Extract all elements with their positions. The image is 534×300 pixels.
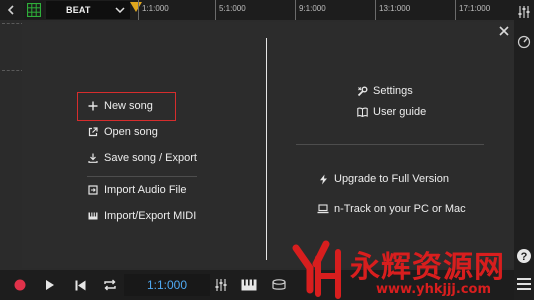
user-guide-item[interactable]: User guide: [356, 106, 426, 118]
upgrade-full-version-item[interactable]: Upgrade to Full Version: [317, 173, 449, 185]
open-external-icon: [87, 126, 99, 138]
menu-divider: [296, 144, 484, 145]
ruler-mark: 5:1:000: [215, 0, 246, 20]
ruler-mark: 9:1:000: [295, 0, 326, 20]
save-song-export-item[interactable]: Save song / Export: [87, 152, 197, 164]
beat-selector[interactable]: BEAT: [46, 1, 130, 19]
download-icon: [87, 152, 99, 164]
beat-label: BEAT: [66, 5, 91, 15]
menu-label: User guide: [373, 106, 427, 118]
watermark-url: www.yhkjjj.com: [376, 282, 492, 297]
laptop-icon: [317, 203, 329, 215]
watermark-brand: 永辉资源网: [350, 250, 505, 285]
hamburger-menu-icon[interactable]: [516, 276, 532, 292]
book-icon: [356, 106, 368, 118]
menu-label: Settings: [373, 85, 413, 97]
rewind-button[interactable]: [72, 276, 88, 294]
watermark: 永辉资源网 www.yhkjjj.com: [286, 238, 514, 300]
time-display[interactable]: 1:1:000: [124, 274, 210, 296]
step-grid-icon[interactable]: [24, 1, 44, 19]
piano-keys-icon[interactable]: [240, 276, 258, 294]
chevron-down-icon: [114, 4, 126, 16]
play-button[interactable]: [42, 276, 58, 294]
column-divider: [266, 38, 267, 260]
timeline-ruler[interactable]: 1:1:000 5:1:000 9:1:000 13:1:000 17:1:00…: [138, 0, 516, 20]
menu-label: Open song: [104, 126, 158, 138]
import-icon: [87, 184, 99, 196]
open-song-item[interactable]: Open song: [87, 126, 158, 138]
import-audio-file-item[interactable]: Import Audio File: [87, 184, 187, 196]
close-icon[interactable]: [497, 24, 511, 38]
menu-label: New song: [104, 100, 153, 112]
watermark-logo: [292, 240, 341, 299]
menu-label: n-Track on your PC or Mac: [334, 203, 466, 215]
right-tool-column: ?: [514, 6, 534, 300]
menu-label: Upgrade to Full Version: [334, 173, 449, 185]
main-menu-dialog: [22, 22, 514, 268]
back-arrow-icon[interactable]: [0, 0, 22, 20]
track-placeholder: [2, 23, 24, 71]
loop-button[interactable]: [102, 276, 118, 294]
menu-label: Save song / Export: [104, 152, 197, 164]
menu-label: Import Audio File: [104, 184, 187, 196]
mixer-sliders-icon[interactable]: [212, 276, 230, 294]
bolt-icon: [317, 173, 329, 185]
eq-knob-icon[interactable]: [516, 34, 532, 50]
help-icon[interactable]: ?: [516, 248, 532, 264]
plus-icon: [87, 100, 99, 112]
import-export-midi-item[interactable]: Import/Export MIDI: [87, 210, 196, 222]
ruler-mark: 13:1:000: [375, 0, 410, 20]
ruler-mark: 17:1:000: [455, 0, 490, 20]
piano-keys-icon: [87, 210, 99, 222]
ntrack-pc-mac-item[interactable]: n-Track on your PC or Mac: [317, 203, 466, 215]
wrench-icon: [356, 85, 368, 97]
menu-label: Import/Export MIDI: [104, 210, 197, 222]
svg-text:?: ?: [521, 251, 528, 263]
ruler-mark: 1:1:000: [138, 0, 169, 20]
mixer-sliders-icon[interactable]: [516, 4, 532, 20]
record-button[interactable]: [12, 276, 28, 294]
new-song-item[interactable]: New song: [87, 100, 153, 112]
settings-item[interactable]: Settings: [356, 85, 413, 97]
menu-divider: [87, 176, 197, 177]
top-toolbar: BEAT 1:1:000 5:1:000 9:1:000 13:1:000 17…: [0, 0, 534, 20]
